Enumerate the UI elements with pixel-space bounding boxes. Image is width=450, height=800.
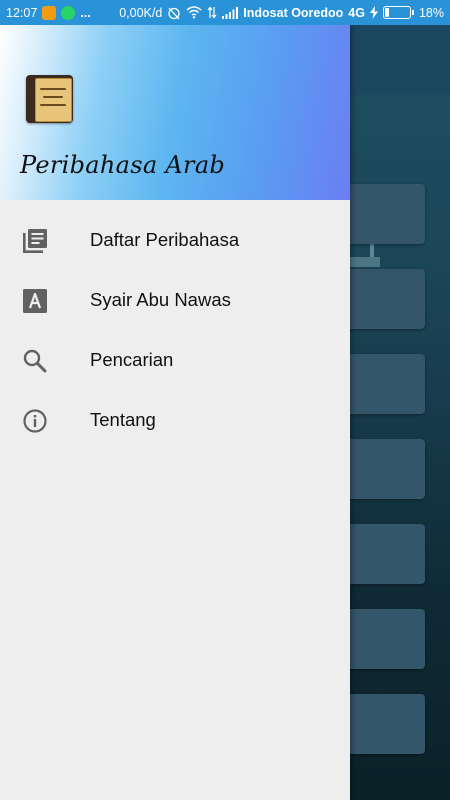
app-notification-icon <box>42 5 57 20</box>
background-card[interactable] <box>350 439 425 499</box>
menu-item-pencarian[interactable]: Pencarian <box>0 330 350 390</box>
app-title: Peribahasa Arab <box>20 151 226 179</box>
background-card[interactable] <box>350 354 425 414</box>
navigation-drawer: Peribahasa Arab Daftar Peribahasa Syair … <box>0 25 350 800</box>
drawer-menu: Daftar Peribahasa Syair Abu Nawas Pencar… <box>0 210 350 450</box>
list-icon <box>23 229 47 253</box>
menu-item-tentang[interactable]: Tentang <box>0 390 350 450</box>
book-logo-icon <box>26 75 73 123</box>
background-toolbar <box>350 25 450 95</box>
menu-item-label: Tentang <box>90 409 156 430</box>
background-card[interactable] <box>350 609 425 669</box>
network-type: 4G <box>348 5 365 20</box>
search-icon <box>23 349 47 373</box>
battery-icon <box>382 6 414 19</box>
whatsapp-icon <box>61 5 76 20</box>
background-card[interactable] <box>350 694 425 754</box>
network-speed: 0,00K/d <box>119 5 163 20</box>
charging-icon <box>369 6 378 19</box>
data-transfer-icon <box>207 6 217 19</box>
carrier-name: Indosat Ooredoo <box>243 5 344 20</box>
menu-item-label: Pencarian <box>90 349 174 370</box>
battery-percent: 18% <box>418 5 444 20</box>
menu-item-label: Daftar Peribahasa <box>90 229 240 250</box>
wifi-icon <box>186 6 202 19</box>
menu-item-label: Syair Abu Nawas <box>90 289 231 310</box>
status-bar: 12:07 ... 0,00K/d Indosat Ooredoo 4G 18% <box>0 0 450 25</box>
signal-icon <box>222 6 239 19</box>
drawer-header: Peribahasa Arab <box>0 25 350 200</box>
menu-item-daftar-peribahasa[interactable]: Daftar Peribahasa <box>0 210 350 270</box>
background-app[interactable] <box>350 25 450 800</box>
status-time: 12:07 <box>6 5 38 20</box>
background-card[interactable] <box>350 184 425 244</box>
alarm-off-icon <box>168 7 180 19</box>
info-icon <box>23 409 47 433</box>
more-notifications: ... <box>80 5 91 20</box>
menu-item-syair-abu-nawas[interactable]: Syair Abu Nawas <box>0 270 350 330</box>
background-scene <box>350 95 450 800</box>
font-a-icon <box>23 289 47 313</box>
background-card[interactable] <box>350 269 425 329</box>
background-card[interactable] <box>350 524 425 584</box>
